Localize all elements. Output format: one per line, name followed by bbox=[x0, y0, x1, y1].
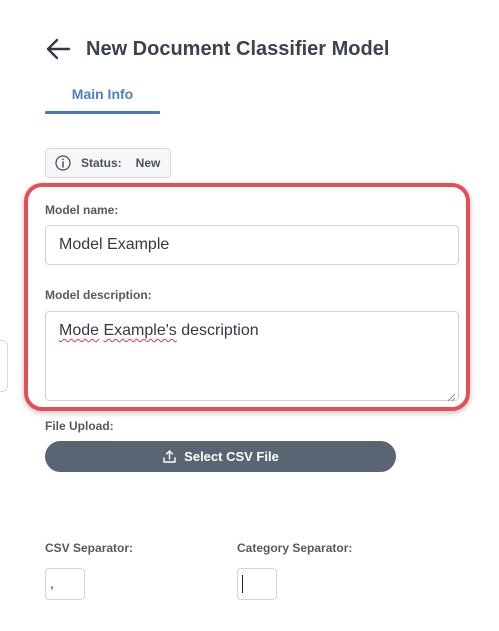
csv-separator-input[interactable]: , bbox=[45, 568, 85, 600]
description-text: description bbox=[181, 322, 259, 339]
status-value: New bbox=[135, 156, 161, 170]
model-description-textarea[interactable]: Mode Example's description bbox=[45, 311, 459, 402]
side-panel-handle[interactable] bbox=[0, 340, 8, 392]
csv-separator-label: CSV Separator: bbox=[45, 541, 134, 555]
category-separator-label: Category Separator: bbox=[237, 541, 353, 555]
info-circle-icon bbox=[55, 155, 71, 171]
csv-separator-value: , bbox=[50, 575, 54, 591]
category-separator-input[interactable] bbox=[237, 568, 277, 600]
page-header: New Document Classifier Model bbox=[44, 35, 389, 63]
arrow-left-icon[interactable] bbox=[44, 35, 72, 63]
tab-main-info[interactable]: Main Info bbox=[45, 84, 160, 114]
status-label: Status: bbox=[81, 156, 122, 170]
model-description-label: Model description: bbox=[45, 288, 152, 302]
text-cursor bbox=[242, 575, 243, 593]
select-csv-file-button[interactable]: Select CSV File bbox=[45, 441, 396, 472]
page-title: New Document Classifier Model bbox=[86, 37, 390, 60]
file-upload-label: File Upload: bbox=[45, 419, 114, 433]
model-name-label: Model name: bbox=[45, 203, 119, 217]
select-csv-file-label: Select CSV File bbox=[184, 449, 279, 464]
upload-icon bbox=[162, 449, 177, 464]
model-name-input[interactable]: Model Example bbox=[45, 225, 459, 265]
classifier-model-page: New Document Classifier Model Main Info … bbox=[0, 0, 499, 631]
status-badge: Status: New bbox=[45, 148, 172, 178]
resize-handle-icon[interactable] bbox=[447, 389, 456, 402]
model-name-value: Model Example bbox=[59, 236, 170, 253]
description-misspelled-word-2: Example's bbox=[103, 322, 177, 339]
description-misspelled-word: Mode bbox=[59, 322, 100, 339]
